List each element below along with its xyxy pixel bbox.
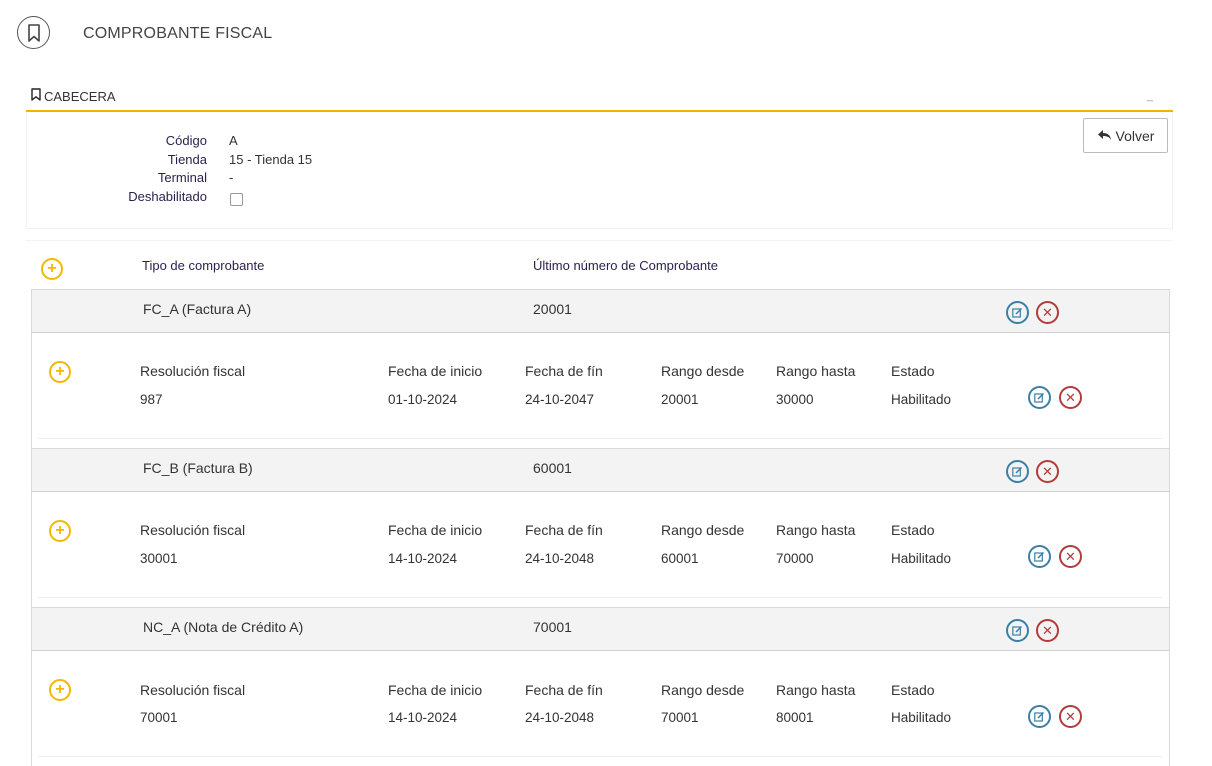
- field-label-codigo: Código: [165, 133, 207, 148]
- col-estado: Estado: [891, 522, 935, 538]
- add-resolution-icon[interactable]: +: [49, 679, 71, 701]
- value-rango-hasta: 70000: [776, 551, 814, 566]
- bookmark-small-icon: [31, 88, 41, 104]
- add-voucher-type-icon[interactable]: +: [41, 258, 63, 280]
- value-fecha-inicio: 01-10-2024: [388, 392, 458, 407]
- voucher-last-number: 70001: [533, 619, 572, 635]
- field-value-terminal: -: [229, 170, 234, 185]
- col-estado: Estado: [891, 682, 935, 698]
- col-resolucion: Resolución fiscal: [140, 522, 246, 538]
- value-rango-hasta: 30000: [776, 392, 814, 407]
- voucher-row: NC_A (Nota de Crédito A) 70001 ✕: [31, 607, 1170, 651]
- field-value-codigo: A: [229, 133, 238, 148]
- voucher-last-number: 60001: [533, 460, 572, 476]
- voucher-last-number: 20001: [533, 301, 572, 317]
- value-resolucion: 70001: [140, 710, 178, 725]
- col-fecha-fin: Fecha de fín: [525, 363, 603, 379]
- page-title: COMPROBANTE FISCAL: [83, 25, 273, 42]
- value-fecha-fin: 24-10-2048: [525, 551, 595, 566]
- col-estado: Estado: [891, 363, 935, 379]
- section-header: CABECERA _: [26, 86, 1173, 112]
- voucher-type: FC_A (Factura A): [143, 301, 252, 317]
- value-rango-desde: 70001: [661, 710, 699, 725]
- section-title-label: CABECERA: [44, 88, 116, 104]
- value-resolucion: 30001: [140, 551, 178, 566]
- reply-arrow-icon: [1097, 128, 1112, 144]
- add-resolution-icon[interactable]: +: [49, 520, 71, 542]
- edit-icon[interactable]: [1028, 386, 1051, 409]
- col-fecha-inicio: Fecha de inicio: [388, 682, 483, 698]
- col-resolucion: Resolución fiscal: [140, 363, 246, 379]
- voucher-type: NC_A (Nota de Crédito A): [143, 619, 304, 635]
- delete-icon[interactable]: ✕: [1036, 619, 1059, 642]
- delete-icon[interactable]: ✕: [1059, 386, 1082, 409]
- col-ultimo-numero: Último número de Comprobante: [533, 258, 718, 273]
- bookmark-icon[interactable]: [17, 16, 50, 49]
- col-resolucion: Resolución fiscal: [140, 682, 246, 698]
- col-rango-desde: Rango desde: [661, 682, 745, 698]
- section-title[interactable]: CABECERA: [31, 88, 116, 104]
- back-button-label: Volver: [1115, 127, 1155, 144]
- voucher-row: FC_A (Factura A) 20001 ✕: [31, 289, 1170, 333]
- edit-icon[interactable]: [1028, 545, 1051, 568]
- edit-icon[interactable]: [1006, 619, 1029, 642]
- value-fecha-inicio: 14-10-2024: [388, 551, 458, 566]
- col-fecha-inicio: Fecha de inicio: [388, 363, 483, 379]
- deshabilitado-checkbox[interactable]: [230, 193, 243, 206]
- value-resolucion: 987: [140, 392, 163, 407]
- value-estado: Habilitado: [891, 392, 952, 407]
- col-fecha-fin: Fecha de fín: [525, 682, 603, 698]
- field-label-tienda: Tienda: [167, 152, 207, 167]
- value-fecha-fin: 24-10-2047: [525, 392, 595, 407]
- back-button[interactable]: Volver: [1083, 118, 1168, 153]
- voucher-type: FC_B (Factura B): [143, 460, 253, 476]
- add-resolution-icon[interactable]: +: [49, 361, 71, 383]
- value-estado: Habilitado: [891, 710, 952, 725]
- list-header: + Tipo de comprobante Último número de C…: [26, 240, 1173, 290]
- voucher-detail: + Resolución fiscal Fecha de inicio Fech…: [31, 333, 1170, 449]
- col-rango-desde: Rango desde: [661, 522, 745, 538]
- voucher-row: FC_B (Factura B) 60001 ✕: [31, 448, 1170, 492]
- delete-icon[interactable]: ✕: [1059, 705, 1082, 728]
- delete-icon[interactable]: ✕: [1036, 301, 1059, 324]
- delete-icon[interactable]: ✕: [1059, 545, 1082, 568]
- field-value-tienda: 15 - Tienda 15: [229, 152, 313, 167]
- value-fecha-fin: 24-10-2048: [525, 710, 595, 725]
- col-tipo-comprobante: Tipo de comprobante: [142, 258, 265, 273]
- edit-icon[interactable]: [1028, 705, 1051, 728]
- field-label-deshabilitado: Deshabilitado: [128, 189, 207, 204]
- col-fecha-fin: Fecha de fín: [525, 522, 603, 538]
- col-rango-desde: Rango desde: [661, 363, 745, 379]
- col-fecha-inicio: Fecha de inicio: [388, 522, 483, 538]
- header-panel: Código A Tienda 15 - Tienda 15 Terminal …: [26, 113, 1173, 229]
- voucher-detail: + Resolución fiscal Fecha de inicio Fech…: [31, 492, 1170, 608]
- value-fecha-inicio: 14-10-2024: [388, 710, 458, 725]
- col-rango-hasta: Rango hasta: [776, 682, 856, 698]
- col-rango-hasta: Rango hasta: [776, 363, 856, 379]
- value-rango-desde: 20001: [661, 392, 699, 407]
- value-rango-hasta: 80001: [776, 710, 814, 725]
- value-rango-desde: 60001: [661, 551, 699, 566]
- field-label-terminal: Terminal: [157, 170, 207, 185]
- edit-icon[interactable]: [1006, 301, 1029, 324]
- collapse-button[interactable]: _: [1147, 90, 1153, 102]
- voucher-detail: + Resolución fiscal Fecha de inicio Fech…: [31, 651, 1170, 766]
- value-estado: Habilitado: [891, 551, 952, 566]
- delete-icon[interactable]: ✕: [1036, 460, 1059, 483]
- col-rango-hasta: Rango hasta: [776, 522, 856, 538]
- edit-icon[interactable]: [1006, 460, 1029, 483]
